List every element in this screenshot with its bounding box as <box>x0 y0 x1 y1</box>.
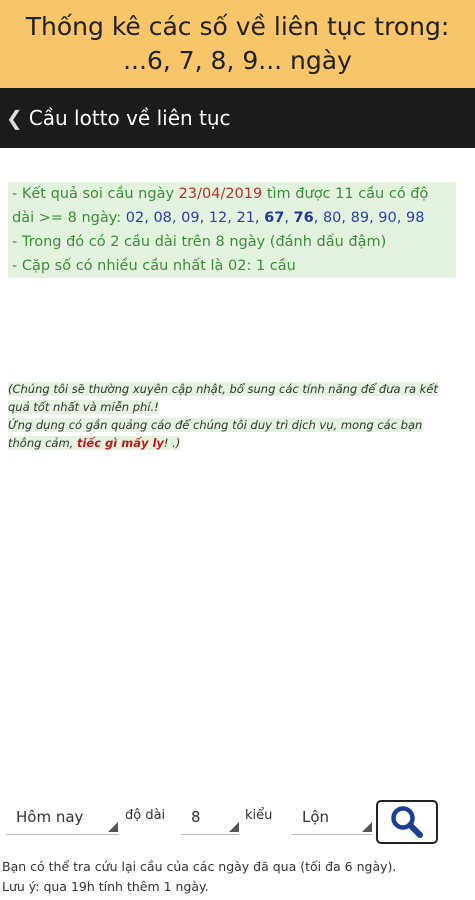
length-select[interactable]: 8 <box>181 800 239 835</box>
search-icon <box>391 806 423 838</box>
result-number: 09 <box>181 210 200 226</box>
result-number: 76 <box>293 210 314 226</box>
promo-banner: Thống kê các số về liên tục trong: ...6,… <box>0 0 475 88</box>
result-number: 90 <box>378 210 397 226</box>
note-update-text: (Chúng tôi sẽ thường xuyên cập nhật, bổ … <box>8 382 438 414</box>
result-number: 67 <box>264 210 285 226</box>
hint-line1: Bạn có thể tra cứu lại cầu của các ngày … <box>2 859 397 874</box>
length-label: độ dài <box>125 808 166 823</box>
hint-text: Bạn có thể tra cứu lại cầu của các ngày … <box>2 857 472 897</box>
back-chevron-icon[interactable]: ❮ <box>6 106 23 130</box>
type-select[interactable]: Lộn <box>292 800 372 835</box>
length-select-value: 8 <box>191 808 201 826</box>
note-ads-text: Ứng dụng có gắn quảng cáo để chúng tôi d… <box>8 418 423 450</box>
dropdown-triangle-icon <box>108 822 118 832</box>
search-controls: Hôm nay độ dài 8 kiểu Lộn <box>0 800 475 845</box>
day-select-value: Hôm nay <box>16 808 84 826</box>
result-number: 08 <box>153 210 172 226</box>
result-number: 02 <box>125 210 145 226</box>
result-number: 89 <box>350 210 370 226</box>
result-summary: - Kết quả soi cầu ngày 23/04/2019 tìm đư… <box>8 182 456 278</box>
day-select[interactable]: Hôm nay <box>6 800 118 835</box>
dropdown-triangle-icon <box>362 822 372 832</box>
app-bar: ❮ Cầu lotto về liên tục <box>0 88 475 148</box>
result-number: 98 <box>405 210 425 226</box>
result-number-list: 02, 08, 09, 12, 21, 67, 76, 80, 89, 90, … <box>125 210 425 226</box>
type-label: kiểu <box>245 808 273 823</box>
result-date: 23/04/2019 <box>178 186 263 202</box>
banner-title-line2: ...6, 7, 8, 9... ngày <box>123 46 352 75</box>
hint-line2: Lưu ý: qua 19h tính thêm 1 ngày. <box>2 879 209 894</box>
note-end-text: ! .) <box>163 436 181 450</box>
result-line-top-pair: - Cặp số có nhiều cầu nhất là 02: 1 cầu <box>12 258 296 274</box>
result-line-bold-count: - Trong đó có 2 cầu dài trên 8 ngày (đán… <box>12 234 387 250</box>
dropdown-triangle-icon <box>229 822 239 832</box>
type-select-value: Lộn <box>302 808 330 826</box>
result-number: 21 <box>236 210 255 226</box>
result-number: 80 <box>322 210 342 226</box>
page-title: Cầu lotto về liên tục <box>28 106 231 130</box>
info-note: (Chúng tôi sẽ thường xuyên cập nhật, bổ … <box>8 380 450 452</box>
result-number: 12 <box>208 210 228 226</box>
result-prefix: - Kết quả soi cầu ngày <box>12 186 179 202</box>
banner-title-line1: Thống kê các số về liên tục trong: <box>25 12 450 41</box>
search-button[interactable] <box>376 800 438 844</box>
note-red-text: tiếc gì mấy ly <box>76 436 164 450</box>
